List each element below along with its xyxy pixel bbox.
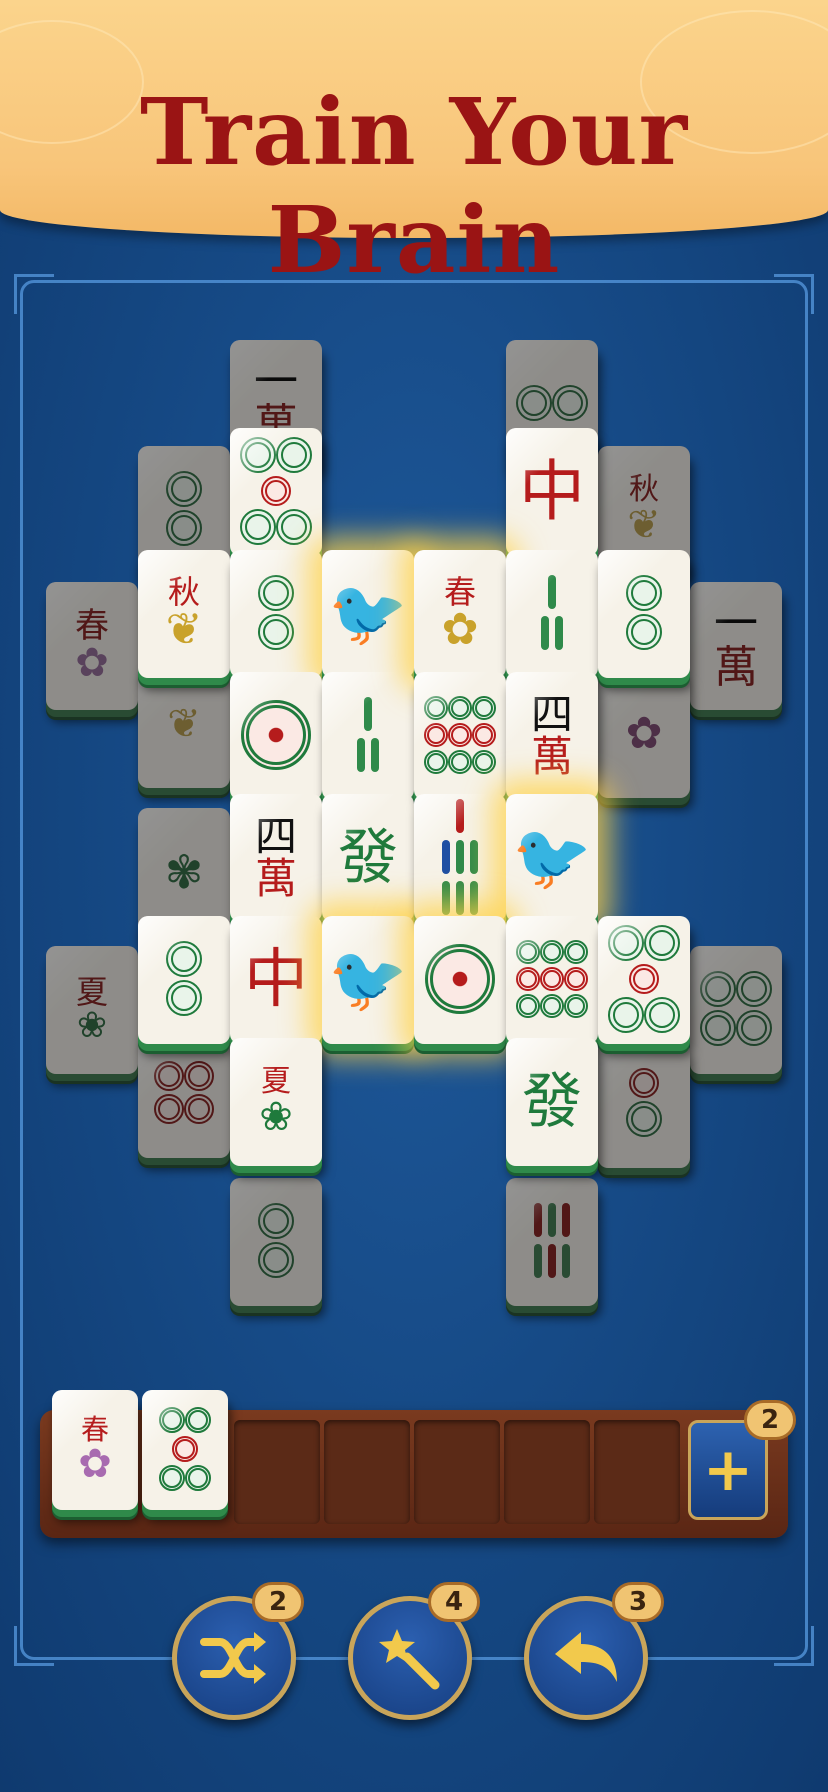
- undo-icon: [555, 1632, 617, 1682]
- mahjong-tile: 夏 ❀: [46, 946, 138, 1074]
- mahjong-tile[interactable]: 夏 ❀: [230, 1038, 322, 1166]
- mahjong-tile: ✿: [598, 670, 690, 798]
- mahjong-tile[interactable]: [414, 672, 506, 800]
- tray-tile-dots[interactable]: [142, 1390, 228, 1510]
- mahjong-tile[interactable]: [598, 550, 690, 678]
- tray-slot: [594, 1420, 680, 1524]
- shuffle-icon: [200, 1632, 266, 1684]
- mahjong-tile: [506, 1178, 598, 1306]
- mahjong-tile[interactable]: 四萬: [506, 672, 598, 800]
- mahjong-tile[interactable]: [230, 672, 322, 800]
- mahjong-tile[interactable]: [414, 916, 506, 1044]
- mahjong-tile: ❦: [138, 660, 230, 788]
- mahjong-tile[interactable]: 🐦: [322, 550, 414, 678]
- mahjong-tile: [230, 1178, 322, 1306]
- banner-title: Train Your Brain: [139, 78, 689, 294]
- mahjong-tile[interactable]: 中: [230, 916, 322, 1044]
- mahjong-tile: 春 ✿: [46, 582, 138, 710]
- mahjong-tile: 一萬: [690, 582, 782, 710]
- shuffle-badge: 2: [252, 1582, 304, 1622]
- mahjong-tile[interactable]: 中: [506, 428, 598, 556]
- mahjong-tile[interactable]: 秋 ❦: [138, 550, 230, 678]
- plus-icon: +: [702, 1435, 754, 1505]
- tray-slot: [234, 1420, 320, 1524]
- mahjong-tile[interactable]: 發: [506, 1038, 598, 1166]
- mahjong-tile[interactable]: [322, 672, 414, 800]
- tray-slot: [324, 1420, 410, 1524]
- mahjong-tile[interactable]: [230, 550, 322, 678]
- mahjong-tile[interactable]: [230, 428, 322, 556]
- hint-badge: 4: [428, 1582, 480, 1622]
- mahjong-tile: [690, 946, 782, 1074]
- mahjong-tile[interactable]: 四萬: [230, 794, 322, 922]
- mahjong-tile[interactable]: [506, 916, 598, 1044]
- mahjong-tile[interactable]: 🐦: [322, 916, 414, 1044]
- mahjong-tile[interactable]: [138, 916, 230, 1044]
- mahjong-tile[interactable]: [414, 794, 506, 922]
- title-banner: Train Your Brain: [0, 0, 828, 294]
- mahjong-tile[interactable]: 春 ✿: [414, 550, 506, 678]
- magic-wand-icon: [379, 1629, 440, 1690]
- mahjong-tile[interactable]: 🐦: [506, 794, 598, 922]
- tray-slot: [504, 1420, 590, 1524]
- mahjong-tile[interactable]: [598, 916, 690, 1044]
- mahjong-tile: [598, 1040, 690, 1168]
- undo-badge: 3: [612, 1582, 664, 1622]
- mahjong-tile: [138, 1030, 230, 1158]
- mahjong-tile[interactable]: [506, 550, 598, 678]
- tray-tile-spring[interactable]: 春 ✿: [52, 1390, 138, 1510]
- tray-slot: [414, 1420, 500, 1524]
- add-slot-badge: 2: [744, 1400, 796, 1440]
- mahjong-tile[interactable]: 發: [322, 794, 414, 922]
